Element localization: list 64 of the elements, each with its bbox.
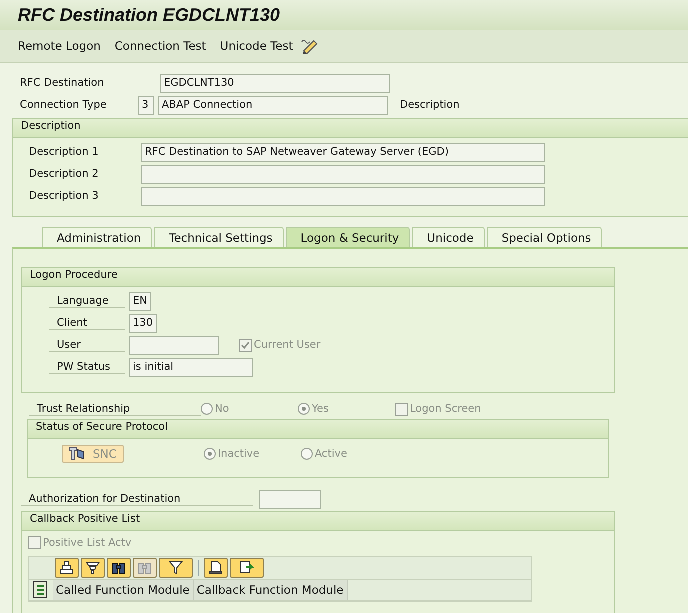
column-header[interactable]: Callback Function Module xyxy=(194,580,348,600)
input-field[interactable] xyxy=(141,164,545,184)
tools-icon xyxy=(69,447,85,461)
toolbar-button[interactable]: Remote Logon xyxy=(12,37,107,55)
input-field[interactable]: is initial xyxy=(129,358,253,376)
group-title: Description xyxy=(21,120,81,132)
page-icon xyxy=(209,561,223,575)
align-icon xyxy=(60,561,74,575)
toolbar-button[interactable]: Unicode Test xyxy=(214,37,300,55)
radio-button[interactable] xyxy=(300,448,313,460)
input-field: ABAP Connection xyxy=(158,96,388,114)
checkbox-label: Current User xyxy=(254,339,321,351)
toolbar-button[interactable] xyxy=(55,558,79,578)
toolbar-button[interactable]: Connection Test xyxy=(108,37,212,55)
binoculars-plus-icon xyxy=(138,561,152,575)
tab[interactable]: Administration xyxy=(42,227,152,247)
group-title: Callback Positive List xyxy=(30,513,140,525)
input-field[interactable]: EGDCLNT130 xyxy=(160,74,390,92)
binoculars-icon xyxy=(112,561,126,575)
radio-button[interactable] xyxy=(204,448,216,460)
tab[interactable]: Special Options xyxy=(486,227,602,247)
tab[interactable]: Logon & Security xyxy=(286,227,410,247)
radio-button[interactable] xyxy=(201,403,213,415)
radio-label: Inactive xyxy=(218,448,260,460)
toolbar-button[interactable] xyxy=(159,558,193,578)
field-label: Description 1 xyxy=(28,146,100,158)
field-label: Language xyxy=(49,294,125,308)
field-label: PW Status xyxy=(49,360,125,374)
field-label: Connection Type xyxy=(19,99,108,111)
field-label: Description xyxy=(400,99,460,111)
radio-button[interactable] xyxy=(298,403,310,415)
input-field[interactable]: 3 xyxy=(138,96,154,114)
tab[interactable]: Technical Settings xyxy=(154,227,284,247)
toolbar-button[interactable] xyxy=(81,558,105,578)
input-field[interactable] xyxy=(259,490,321,509)
tab[interactable]: Unicode xyxy=(412,227,485,247)
input-field[interactable] xyxy=(141,186,545,206)
checkbox-label: Positive List Actv xyxy=(43,536,132,548)
field-label: Trust Relationship xyxy=(29,402,201,416)
input-field[interactable]: RFC Destination to SAP Netweaver Gateway Server (EGD) xyxy=(141,142,545,162)
group-title: Logon Procedure xyxy=(30,269,118,281)
field-label: RFC Destination xyxy=(19,77,106,89)
filter-icon xyxy=(169,561,183,575)
window-title: RFC Destination EGDCLNT130 xyxy=(18,4,280,26)
export-icon xyxy=(240,561,254,575)
funnel-icon xyxy=(86,561,100,575)
toolbar-button[interactable] xyxy=(204,558,228,578)
radio-label: No xyxy=(215,403,230,415)
checkbox-label: Logon Screen xyxy=(410,403,482,415)
group-title: Status of Secure Protocol xyxy=(36,421,168,433)
field-label: Client xyxy=(49,316,125,330)
radio-label: Yes xyxy=(312,403,329,415)
input-field[interactable] xyxy=(129,336,219,354)
toolbar-button[interactable] xyxy=(230,558,264,578)
field-label: User xyxy=(49,338,125,352)
input-field[interactable]: 130 xyxy=(129,314,157,332)
toolbar-button[interactable] xyxy=(107,558,131,578)
pencil-icon[interactable] xyxy=(301,38,320,54)
field-label: Authorization for Destination xyxy=(21,493,253,506)
input-field[interactable]: EN xyxy=(129,292,151,310)
field-label: Description 3 xyxy=(28,190,100,202)
column-header[interactable]: Called Function Module xyxy=(53,580,194,600)
field-label: Description 2 xyxy=(28,168,100,180)
radio-label: Active xyxy=(314,448,348,460)
